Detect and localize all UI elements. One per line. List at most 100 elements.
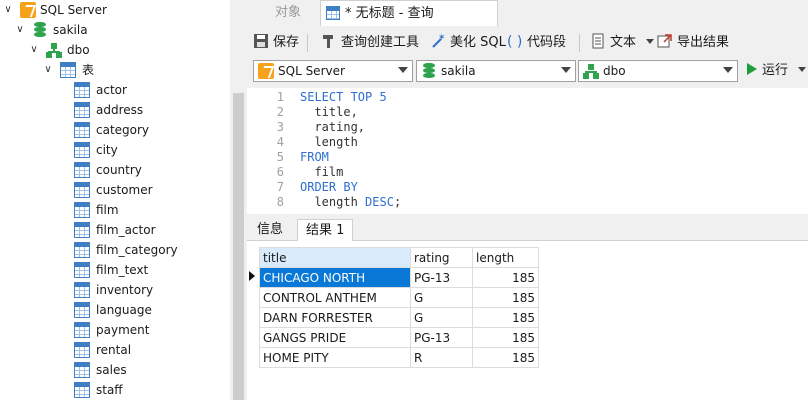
table-row[interactable]: HOME PITY R 185 [259, 347, 539, 368]
table-row[interactable]: CHICAGO NORTH PG-13 185 [259, 267, 539, 288]
export-label: 导出结果 [677, 35, 730, 50]
query-icon [326, 6, 340, 20]
table-row[interactable]: CONTROL ANTHEM G 185 [259, 287, 539, 308]
tree-item-table[interactable]: language [0, 300, 230, 320]
tree-item-table[interactable]: customer [0, 180, 230, 200]
table-cell[interactable]: CONTROL ANTHEM [259, 287, 411, 308]
table-cell[interactable]: R [410, 347, 473, 368]
tree-scrollbar[interactable] [230, 0, 247, 400]
tree-item-table[interactable]: payment [0, 320, 230, 340]
tree-item-table[interactable]: actor [0, 80, 230, 100]
toolbar-divider [579, 34, 580, 52]
code-line[interactable]: 2 title, [247, 105, 808, 120]
table-row[interactable]: GANGS PRIDE PG-13 185 [259, 327, 539, 348]
code-line[interactable]: 1 SELECT TOP 5 [247, 90, 808, 105]
beautify-sql-button[interactable]: ✶ 美化 SQL [430, 33, 506, 53]
table-cell[interactable]: 185 [472, 307, 539, 328]
table-cell[interactable]: 185 [472, 287, 539, 308]
table-cell[interactable]: 185 [472, 267, 539, 288]
table-cell[interactable]: PG-13 [410, 327, 473, 348]
table-cell[interactable]: DARN FORRESTER [259, 307, 411, 328]
tab-objects[interactable]: 对象 [257, 0, 319, 26]
code-token: DESC [365, 195, 394, 209]
code-text: SELECT TOP 5 [300, 90, 387, 105]
tree-label: film [96, 203, 119, 217]
column-header-title[interactable]: title [259, 247, 411, 268]
run-button[interactable]: 运行 [747, 61, 807, 81]
code-line[interactable]: 8 length DESC; [247, 195, 808, 210]
table-row[interactable]: DARN FORRESTER G 185 [259, 307, 539, 328]
code-token: ; [393, 195, 402, 209]
chevron-down-icon[interactable]: ∨ [15, 20, 25, 40]
code-token: title, [300, 105, 358, 119]
tree-item-table[interactable]: staff [0, 380, 230, 400]
tree-item-table[interactable]: film_actor [0, 220, 230, 240]
save-icon [253, 33, 269, 49]
table-cell[interactable]: PG-13 [410, 267, 473, 288]
scrollbar-thumb[interactable] [233, 93, 244, 400]
table-cell[interactable]: G [410, 307, 473, 328]
tree-item-table[interactable]: country [0, 160, 230, 180]
code-line[interactable]: 3 rating, [247, 120, 808, 135]
schema-select[interactable]: dbo [578, 60, 738, 82]
table-cell[interactable]: 185 [472, 347, 539, 368]
code-line[interactable]: 6 film [247, 165, 808, 180]
tree-item-table[interactable]: film [0, 200, 230, 220]
code-line[interactable]: 4 length [247, 135, 808, 150]
tree-item-table[interactable]: category [0, 120, 230, 140]
code-line[interactable]: 7 ORDER BY [247, 180, 808, 195]
table-cell[interactable]: HOME PITY [259, 347, 411, 368]
table-icon [74, 142, 90, 158]
tree-label: film_text [96, 263, 149, 277]
code-token: length [300, 135, 358, 149]
text-button[interactable]: 文本 [590, 33, 655, 53]
query-builder-button[interactable]: 查询创建工具 [321, 33, 419, 53]
column-header-length[interactable]: length [472, 247, 539, 268]
chevron-down-icon[interactable] [561, 67, 571, 73]
scrollbar-track[interactable] [233, 0, 244, 93]
table-cell[interactable]: 185 [472, 327, 539, 348]
code-token: SELECT TOP [300, 90, 380, 104]
tree-node-schema[interactable]: ∨ dbo [0, 40, 230, 60]
tree-item-table[interactable]: city [0, 140, 230, 160]
tree-node-tables[interactable]: ∨ 表 [0, 60, 230, 80]
export-results-button[interactable]: 导出结果 [657, 33, 729, 53]
tab-messages[interactable]: 信息 [249, 219, 291, 241]
table-icon [74, 342, 90, 358]
tree-item-table[interactable]: inventory [0, 280, 230, 300]
tree-label: dbo [67, 43, 90, 57]
table-cell[interactable]: GANGS PRIDE [259, 327, 411, 348]
chevron-down-icon[interactable]: ∨ [43, 60, 53, 80]
chevron-down-icon[interactable] [398, 67, 408, 73]
database-select[interactable]: sakila [416, 60, 576, 82]
schema-value: dbo [603, 64, 626, 78]
query-toolbar: 保存 查询创建工具 ✶ 美化 SQL ( ) 代码段 文本 导出结果 [247, 28, 808, 58]
chevron-down-icon[interactable]: ∨ [29, 40, 39, 60]
connection-select[interactable]: SQL Server [253, 60, 413, 82]
tree-label: sakila [53, 23, 88, 37]
tree-item-table[interactable]: film_text [0, 260, 230, 280]
tree-label: city [96, 143, 118, 157]
table-cell[interactable]: G [410, 287, 473, 308]
tree-item-table[interactable]: sales [0, 360, 230, 380]
column-header-rating[interactable]: rating [410, 247, 473, 268]
tree-node-server[interactable]: ∨ SQL Server [0, 0, 230, 20]
sql-editor[interactable]: 1 SELECT TOP 52 title, 3 rating, 4 length 5 F… [247, 88, 808, 214]
save-button[interactable]: 保存 [253, 33, 299, 53]
tab-result-1[interactable]: 结果 1 [297, 219, 354, 241]
tree-item-table[interactable]: rental [0, 340, 230, 360]
dropdown-arrow-icon[interactable] [798, 67, 807, 72]
chevron-down-icon[interactable]: ∨ [3, 0, 13, 20]
tree-item-table[interactable]: address [0, 100, 230, 120]
table-cell[interactable]: CHICAGO NORTH [259, 267, 411, 288]
snippet-button[interactable]: ( ) 代码段 [507, 33, 566, 53]
code-line[interactable]: 5 FROM [247, 150, 808, 165]
current-row-indicator-icon [249, 271, 255, 281]
dropdown-arrow-icon[interactable] [646, 39, 655, 44]
tab-query[interactable]: * 无标题 - 查询 [320, 0, 498, 26]
chevron-down-icon[interactable] [723, 67, 733, 73]
table-icon [74, 202, 90, 218]
tree-node-database[interactable]: ∨ sakila [0, 20, 230, 40]
tree-label: language [96, 303, 152, 317]
tree-item-table[interactable]: film_category [0, 240, 230, 260]
